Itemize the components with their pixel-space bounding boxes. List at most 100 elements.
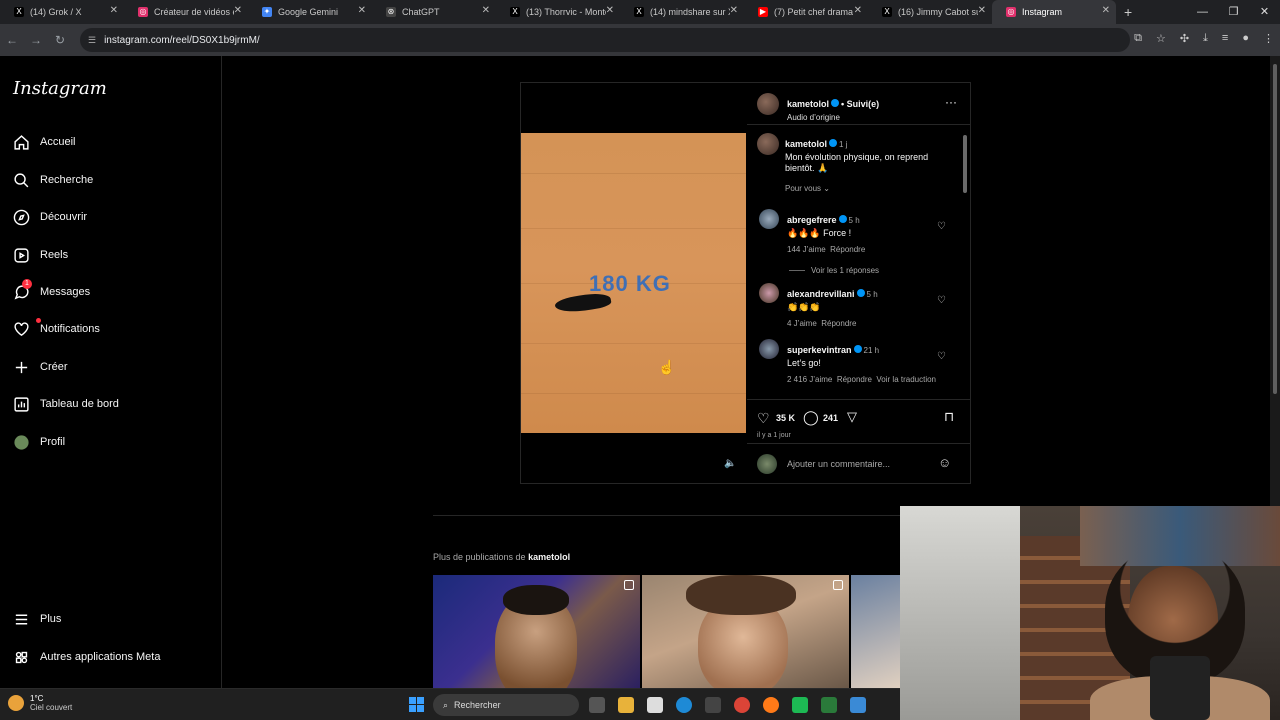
minimize-button[interactable]: — — [1187, 0, 1218, 24]
notepad-icon[interactable] — [647, 697, 663, 713]
comment-username[interactable]: abregefrere — [787, 215, 837, 225]
edge-icon[interactable] — [676, 697, 692, 713]
instagram-logo[interactable]: Instagram — [13, 78, 107, 99]
app-icon[interactable] — [792, 697, 808, 713]
sidebar-item-d-couvrir[interactable]: Découvrir — [12, 203, 87, 231]
browser-tab[interactable]: X (14) mindshare sur X ✕ — [620, 0, 744, 24]
comment-username[interactable]: superkevintran — [787, 345, 852, 355]
browser-tab[interactable]: ✦ Google Gemini ✕ — [248, 0, 372, 24]
app-icon[interactable] — [821, 697, 837, 713]
site-info-icon[interactable]: ☰ — [88, 35, 96, 46]
emoji-icon[interactable]: ☺ — [938, 455, 951, 470]
sidebar-item-more[interactable]: Plus — [12, 605, 61, 633]
sidebar-item-recherche[interactable]: Recherche — [12, 166, 93, 194]
reload-icon[interactable]: ↻ — [48, 33, 72, 47]
comments-scrollbar[interactable] — [962, 127, 968, 393]
firefox-icon[interactable] — [763, 697, 779, 713]
sidebar-item-meta-apps[interactable]: Autres applications Meta — [12, 643, 160, 671]
download-icon[interactable]: ⤓ — [1203, 32, 1208, 45]
browser-tab[interactable]: X (13) Thorrvic - Monte ✕ — [496, 0, 620, 24]
reply-link[interactable]: Répondre — [821, 319, 856, 328]
sidebar-item-cr-er[interactable]: Créer — [12, 353, 68, 381]
windows-start-icon[interactable] — [409, 697, 425, 713]
tab-close-icon[interactable]: ✕ — [854, 5, 862, 16]
save-bookmark-icon[interactable]: ⊓ — [944, 409, 954, 425]
bookmark-star-icon[interactable]: ☆ — [1156, 32, 1166, 45]
like-heart-icon[interactable]: ♡ — [757, 410, 770, 427]
comment-avatar[interactable] — [759, 339, 779, 359]
sidebar-item-accueil[interactable]: Accueil — [12, 128, 75, 156]
task-view-icon[interactable] — [589, 697, 605, 713]
translate-link[interactable]: Voir la traduction — [876, 375, 936, 384]
more-posts-username[interactable]: kametolol — [528, 552, 570, 562]
sidebar-item-notifications[interactable]: Notifications — [12, 315, 100, 343]
extensions-icon[interactable]: ✣ — [1180, 32, 1189, 45]
comment-avatar[interactable] — [759, 283, 779, 303]
app-icon[interactable] — [850, 697, 866, 713]
tab-close-icon[interactable]: ✕ — [978, 5, 986, 16]
browser-tab[interactable]: ⊛ ChatGPT ✕ — [372, 0, 496, 24]
view-replies-link[interactable]: Voir les 1 réponses — [787, 266, 937, 275]
tab-close-icon[interactable]: ✕ — [730, 5, 738, 16]
audio-toggle-icon[interactable]: 🔈 — [724, 458, 736, 469]
comment-avatar[interactable] — [759, 209, 779, 229]
browser-tab[interactable]: X (14) Grok / X ✕ — [0, 0, 124, 24]
weather-widget[interactable]: 1°C Ciel couvert — [8, 694, 72, 712]
post-thumbnail[interactable] — [642, 575, 849, 688]
scrollbar-thumb[interactable] — [1273, 64, 1277, 394]
chrome-icon[interactable] — [734, 697, 750, 713]
browser-tab[interactable]: ◎ Instagram ✕ — [992, 0, 1116, 24]
close-window-button[interactable]: ✕ — [1249, 0, 1280, 24]
audio-label[interactable]: Audio d’origine — [787, 113, 879, 122]
tab-close-icon[interactable]: ✕ — [234, 5, 242, 16]
follow-status[interactable]: • Suivi(e) — [841, 99, 879, 109]
sidebar-item-label: Plus — [40, 613, 62, 625]
forward-icon[interactable]: → — [24, 33, 48, 47]
sidebar-item-reels[interactable]: Reels — [12, 241, 68, 269]
url-field[interactable]: ☰ instagram.com/reel/DS0X1b9jrmM/ — [80, 28, 1130, 52]
file-explorer-icon[interactable] — [618, 697, 634, 713]
post-thumbnail[interactable] — [851, 575, 900, 688]
tab-close-icon[interactable]: ✕ — [110, 5, 118, 16]
taskbar-search[interactable]: ⌕ Rechercher — [433, 694, 579, 716]
tab-close-icon[interactable]: ✕ — [606, 5, 614, 16]
post-thumbnail[interactable] — [433, 575, 640, 688]
comment-likes[interactable]: 144 J’aime — [787, 245, 826, 254]
store-icon[interactable] — [705, 697, 721, 713]
author-avatar[interactable] — [757, 93, 779, 115]
more-options-icon[interactable]: ··· — [945, 95, 957, 109]
sort-dropdown[interactable]: Pour vous ⌄ — [785, 184, 830, 193]
caption-username[interactable]: kametolol — [785, 139, 827, 149]
browser-tab[interactable]: ▶ (7) Petit chef drama ✕ — [744, 0, 868, 24]
sidebar-item-messages[interactable]: Messages 1 — [12, 278, 90, 306]
comment-like-heart-icon[interactable]: ♡ — [937, 351, 946, 362]
comment-like-heart-icon[interactable]: ♡ — [937, 295, 946, 306]
share-icon[interactable]: ▽ — [847, 409, 857, 425]
new-tab-button[interactable]: + — [1124, 4, 1132, 20]
comment-likes[interactable]: 2 416 J’aime — [787, 375, 832, 384]
reply-link[interactable]: Répondre — [830, 245, 865, 254]
comment-like-heart-icon[interactable]: ♡ — [937, 221, 946, 232]
menu-kebab-icon[interactable]: ⋮ — [1263, 32, 1274, 45]
comment-icon[interactable]: ◯ — [803, 409, 819, 426]
reply-link[interactable]: Répondre — [837, 375, 872, 384]
restore-button[interactable]: ❐ — [1218, 0, 1249, 24]
back-icon[interactable]: ← — [0, 33, 24, 47]
sidebar-item-profil[interactable]: Profil — [12, 428, 65, 456]
cast-icon[interactable]: ⧉ — [1134, 32, 1142, 45]
browser-tab[interactable]: X (16) Jimmy Cabot su ✕ — [868, 0, 992, 24]
tab-close-icon[interactable]: ✕ — [1102, 5, 1110, 16]
tab-close-icon[interactable]: ✕ — [482, 5, 490, 16]
tab-close-icon[interactable]: ✕ — [358, 5, 366, 16]
caption-avatar[interactable] — [757, 133, 779, 155]
sidebar-item-tableau-de-bord[interactable]: Tableau de bord — [12, 390, 119, 418]
like-count[interactable]: 35 K — [776, 413, 795, 423]
author-username[interactable]: kametolol — [787, 99, 829, 109]
profile-icon[interactable]: ● — [1242, 32, 1249, 45]
reel-video[interactable]: 180 KG ☝ 🔈 — [521, 83, 746, 483]
browser-tab[interactable]: ◎ Créateur de vidéos e ✕ — [124, 0, 248, 24]
comment-username[interactable]: alexandrevillani — [787, 289, 855, 299]
comment-likes[interactable]: 4 J’aime — [787, 319, 817, 328]
media-icon[interactable]: ≡ — [1222, 32, 1228, 45]
comment-input[interactable]: Ajouter un commentaire... — [787, 459, 890, 469]
